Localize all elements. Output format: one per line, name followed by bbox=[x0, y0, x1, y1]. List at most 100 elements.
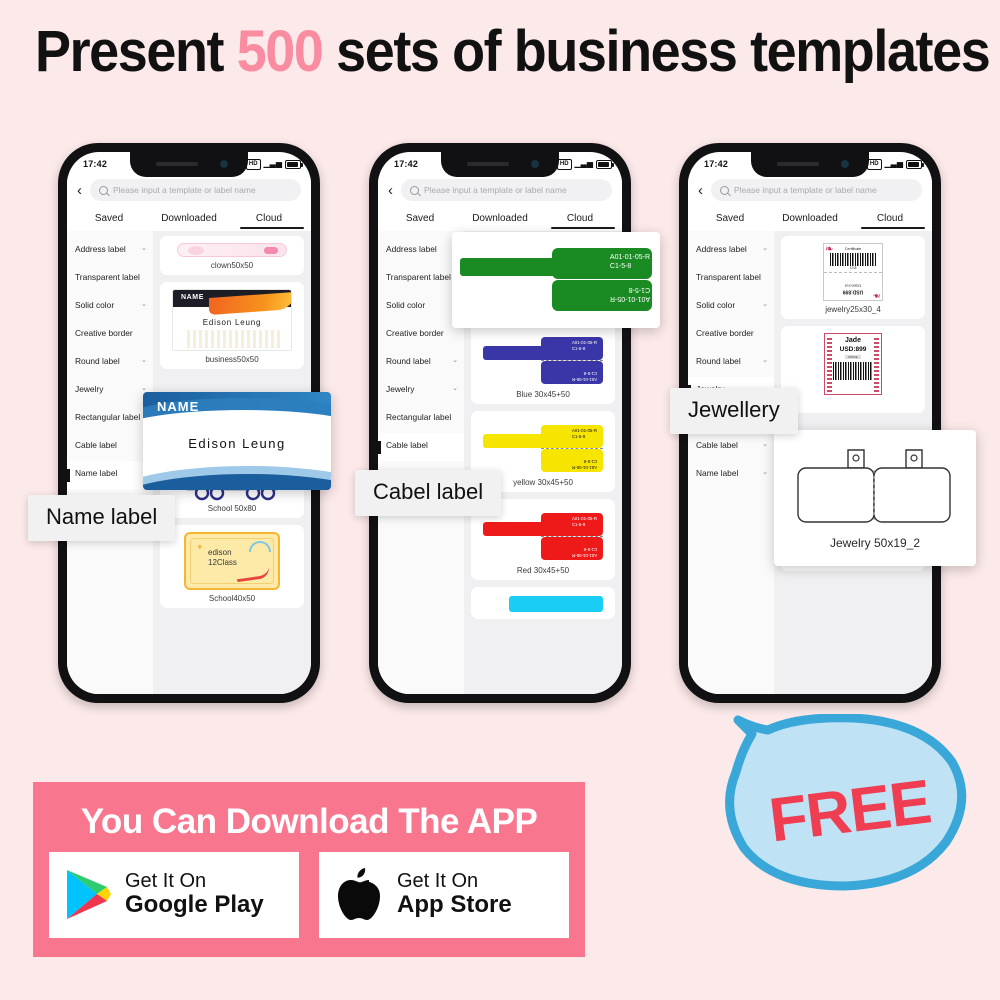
card-caption: Blue 30x45+50 bbox=[516, 390, 570, 399]
chevron-down-icon: ⌄ bbox=[762, 469, 768, 476]
cable-code-bottom: C1-5-8 bbox=[571, 521, 586, 527]
speaker-icon bbox=[467, 162, 509, 166]
sidebar-item-solid-color[interactable]: Solid color ⌄ bbox=[67, 293, 153, 321]
google-play-button[interactable]: Get It On Google Play bbox=[49, 851, 299, 938]
sidebar-item-address-label[interactable]: Address label ⌄ bbox=[688, 237, 774, 265]
cable-code-top-mirror: A01-01-05-R bbox=[571, 377, 597, 382]
sidebar-item-creative-border[interactable]: Creative border bbox=[67, 321, 153, 349]
search-icon bbox=[410, 185, 419, 195]
template-card[interactable]: ❧ Certificate 1245 ❧ USD:899 Diamond jew… bbox=[781, 236, 925, 319]
popup-cabel-label[interactable]: Cabel label bbox=[355, 470, 502, 516]
template-card[interactable]: NAME Edison Leung business50x50 bbox=[160, 282, 304, 369]
template-card[interactable]: ✦ edison 12Class School40x50 bbox=[160, 525, 304, 608]
search-placeholder: Please input a template or label name bbox=[424, 185, 567, 195]
namecard-name: Edison Leung bbox=[202, 318, 262, 327]
sidebar-label: Cable label bbox=[386, 440, 428, 450]
sidebar-item-transparent-label[interactable]: Transparent label bbox=[67, 265, 153, 293]
free-badge: FREE bbox=[724, 713, 976, 904]
overlay-name-text: Edison Leung bbox=[188, 436, 286, 451]
poster-canvas: Present 500 sets of business templates 1… bbox=[0, 0, 1000, 1000]
sidebar-label: Cable label bbox=[696, 440, 738, 450]
sidebar-item-rectangular-label[interactable]: Rectangular label bbox=[67, 405, 153, 433]
sidebar-item-name-label[interactable]: Name label⌄ bbox=[67, 461, 153, 489]
search-row-3: ‹ Please input a template or label name bbox=[688, 176, 932, 208]
school-line2: 12Class bbox=[208, 558, 237, 568]
sidebar-label: Round label bbox=[75, 356, 120, 366]
sidebar-item-solid-color[interactable]: Solid color ⌄ bbox=[688, 293, 774, 321]
sidebar-item-transparent-label[interactable]: Transparent label bbox=[688, 265, 774, 293]
star-icon: ✦ bbox=[196, 542, 204, 552]
notch bbox=[130, 152, 248, 177]
sidebar-item-creative-border[interactable]: Creative border bbox=[688, 321, 774, 349]
tab-cloud[interactable]: Cloud bbox=[229, 208, 309, 231]
card-caption: School 50x80 bbox=[207, 504, 257, 513]
tab-downloaded[interactable]: Downloaded bbox=[149, 208, 229, 231]
sidebar-item-rectangular-label[interactable]: Rectangular label bbox=[378, 405, 464, 433]
page-title: Present 500 sets of business templates bbox=[35, 18, 991, 85]
google-play-line2: Google Play bbox=[125, 891, 264, 919]
tab-saved[interactable]: Saved bbox=[69, 208, 149, 231]
app-store-line2: App Store bbox=[397, 891, 512, 919]
search-input[interactable]: Please input a template or label name bbox=[401, 179, 612, 201]
sidebar-item-cable-label[interactable]: Cable label⌄ bbox=[67, 433, 153, 461]
sidebar-item-address-label[interactable]: Address label ⌄ bbox=[67, 237, 153, 265]
camera-icon bbox=[841, 160, 849, 168]
template-card[interactable]: A01-01-05-R C1-5-8 A01-01-05-R C1-5-8 Bl… bbox=[471, 323, 615, 404]
tab-downloaded[interactable]: Downloaded bbox=[460, 208, 540, 231]
overlay-jewelry-caption: Jewelry 50x19_2 bbox=[829, 536, 921, 550]
speaker-icon bbox=[156, 162, 198, 166]
cable-code-top-mirror: A01-01-05-R bbox=[571, 553, 597, 558]
tab-cloud[interactable]: Cloud bbox=[850, 208, 930, 231]
tab-cloud[interactable]: Cloud bbox=[540, 208, 620, 231]
overlay-name-title: NAME bbox=[157, 399, 200, 414]
tab-saved[interactable]: Saved bbox=[380, 208, 460, 231]
sidebar-item-cable-label[interactable]: Cable label bbox=[378, 433, 464, 461]
cable-code-top: A01-01-05-R bbox=[571, 428, 597, 433]
certificate-tag-art: ❧ Certificate 1245 ❧ USD:899 Diamond bbox=[823, 243, 883, 301]
tab-saved[interactable]: Saved bbox=[690, 208, 770, 231]
popup-name-label[interactable]: Name label bbox=[28, 495, 176, 541]
business-name-card-art: NAME Edison Leung bbox=[165, 289, 299, 351]
store-buttons: Get It On Google Play Get It On App Stor… bbox=[49, 851, 569, 938]
back-chevron-icon[interactable]: ‹ bbox=[75, 183, 84, 198]
signal-icon: ▁▃▅ bbox=[574, 159, 593, 168]
sidebar-item-cable-label[interactable]: Cable label⌄ bbox=[688, 433, 774, 461]
overlay-name-card-preview[interactable]: NAME Edison Leung bbox=[143, 392, 331, 490]
sidebar-item-round-label[interactable]: Round label ⌄ bbox=[378, 349, 464, 377]
cable-label-art: A01-01-05-R C1-5-8 A01-01-05-R C1-5-8 bbox=[476, 418, 610, 474]
battery-icon bbox=[596, 159, 614, 169]
battery-icon bbox=[906, 159, 924, 169]
sidebar-item-jewelry[interactable]: Jewelry ⌄ bbox=[378, 377, 464, 405]
hd-icon: HD bbox=[245, 158, 261, 170]
search-input[interactable]: Please input a template or label name bbox=[711, 179, 922, 201]
template-card[interactable] bbox=[471, 587, 615, 619]
chevron-down-icon: ⌄ bbox=[141, 301, 147, 308]
jade-code: PRICE bbox=[845, 355, 861, 359]
cert-code: 1245 bbox=[849, 266, 857, 270]
tab-downloaded[interactable]: Downloaded bbox=[770, 208, 850, 231]
chevron-down-icon: ⌄ bbox=[762, 357, 768, 364]
sidebar-label: Transparent label bbox=[386, 272, 451, 282]
jade-name: Jade bbox=[845, 337, 861, 344]
overlay-cable-preview[interactable]: A01-01-05-R C1-5-8 A01-01-05-R C1-5-8 bbox=[452, 232, 660, 328]
search-row-2: ‹ Please input a template or label name bbox=[378, 176, 622, 208]
back-chevron-icon[interactable]: ‹ bbox=[696, 183, 705, 198]
app-store-button[interactable]: Get It On App Store bbox=[319, 851, 569, 938]
sidebar-item-round-label[interactable]: Round label ⌄ bbox=[67, 349, 153, 377]
overlay-jewelry-preview[interactable]: Jewelry 50x19_2 bbox=[774, 430, 976, 566]
sidebar-label: Address label bbox=[696, 244, 747, 254]
back-chevron-icon[interactable]: ‹ bbox=[386, 183, 395, 198]
sidebar-item-jewelry[interactable]: Jewelry ⌄ bbox=[67, 377, 153, 405]
jewelry-double-tag-icon bbox=[797, 449, 951, 523]
popup-jewellery[interactable]: Jewellery bbox=[670, 388, 798, 434]
hd-icon: HD bbox=[866, 158, 882, 170]
template-card[interactable]: clown50x50 bbox=[160, 236, 304, 275]
template-card[interactable]: Jade USD:899 PRICE Jewelry 25x30 bbox=[781, 326, 925, 413]
status-time: 17:42 bbox=[394, 159, 419, 169]
search-input[interactable]: Please input a template or label name bbox=[90, 179, 301, 201]
sidebar-item-creative-border[interactable]: Creative border bbox=[378, 321, 464, 349]
chevron-down-icon: ⌄ bbox=[141, 245, 147, 252]
sidebar-item-name-label[interactable]: Name label⌄ bbox=[688, 461, 774, 489]
sidebar-item-round-label[interactable]: Round label ⌄ bbox=[688, 349, 774, 377]
notch bbox=[751, 152, 869, 177]
